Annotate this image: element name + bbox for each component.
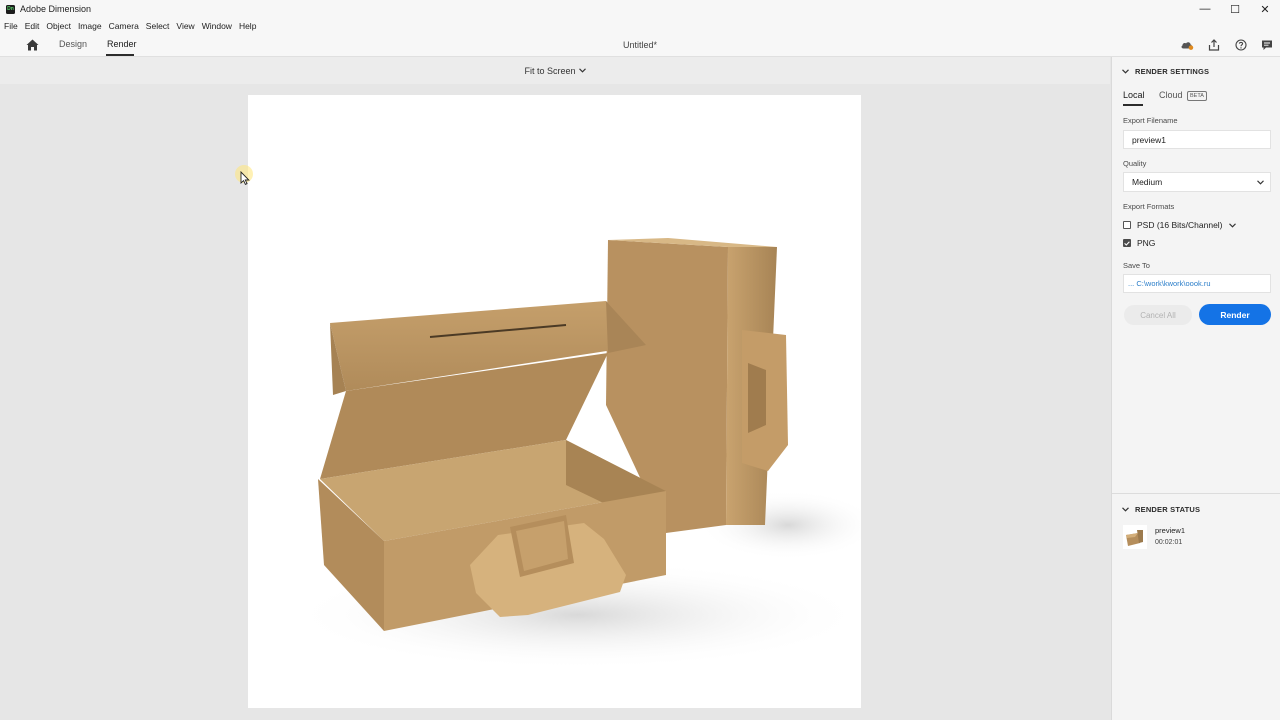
- format-png-row[interactable]: PNG: [1123, 238, 1155, 248]
- quality-label: Quality: [1123, 159, 1147, 168]
- chevron-down-icon: [578, 68, 586, 73]
- menu-select[interactable]: Select: [146, 21, 170, 31]
- local-tab-indicator: [1123, 104, 1143, 106]
- minimize-button[interactable]: —: [1190, 0, 1220, 18]
- share-button[interactable]: [1207, 38, 1221, 52]
- export-filename-label: Export Filename: [1123, 116, 1178, 125]
- close-button[interactable]: ✕: [1250, 0, 1280, 18]
- save-to-path[interactable]: ... C:\work\kwork\oook.ru: [1123, 274, 1271, 293]
- render-button[interactable]: Render: [1199, 304, 1271, 325]
- zoom-bar: Fit to Screen: [0, 57, 1110, 84]
- chevron-down-icon: [1257, 179, 1264, 185]
- render-settings-panel: RENDER SETTINGS Local Cloud BETA Export …: [1111, 57, 1280, 720]
- psd-checkbox[interactable]: [1123, 221, 1131, 229]
- tab-cloud[interactable]: Cloud: [1159, 90, 1183, 100]
- menu-edit[interactable]: Edit: [25, 21, 40, 31]
- render-status-title: RENDER STATUS: [1135, 505, 1201, 514]
- window-controls: — ☐ ✕: [1190, 0, 1280, 18]
- menu-bar: File Edit Object Image Camera Select Vie…: [0, 18, 1280, 33]
- menu-help[interactable]: Help: [239, 21, 256, 31]
- png-checkbox[interactable]: [1123, 239, 1131, 247]
- beta-badge: BETA: [1187, 91, 1207, 101]
- cloud-sync-icon: [1181, 42, 1194, 50]
- chevron-down-icon: [1122, 507, 1129, 512]
- help-icon: [1235, 39, 1247, 51]
- canvas-area: Fit to Screen: [0, 57, 1110, 720]
- render-item-time: 00:02:01: [1155, 539, 1183, 546]
- checkmark-icon: [1124, 240, 1130, 246]
- app-logo-icon: Dn: [6, 4, 15, 14]
- active-tab-indicator: [106, 54, 134, 56]
- mouse-cursor-icon: [240, 171, 250, 185]
- menu-view[interactable]: View: [176, 21, 194, 31]
- app-title: Adobe Dimension: [20, 4, 92, 14]
- document-title: Untitled*: [622, 40, 658, 50]
- format-psd-row[interactable]: PSD (16 Bits/Channel): [1123, 220, 1236, 230]
- render-status-header[interactable]: RENDER STATUS: [1122, 505, 1200, 514]
- tab-local[interactable]: Local: [1123, 90, 1145, 100]
- help-button[interactable]: [1234, 38, 1248, 52]
- zoom-dropdown[interactable]: Fit to Screen: [524, 65, 586, 76]
- render-settings-title: RENDER SETTINGS: [1135, 67, 1210, 76]
- menu-window[interactable]: Window: [202, 21, 232, 31]
- quality-value: Medium: [1132, 177, 1163, 187]
- menu-camera[interactable]: Camera: [109, 21, 139, 31]
- render-item-name: preview1: [1155, 526, 1186, 535]
- render-settings-header[interactable]: RENDER SETTINGS: [1122, 67, 1209, 76]
- render-viewport[interactable]: [248, 95, 861, 708]
- menu-object[interactable]: Object: [46, 21, 71, 31]
- save-to-label: Save To: [1123, 261, 1150, 270]
- share-icon: [1208, 39, 1220, 51]
- menu-file[interactable]: File: [4, 21, 18, 31]
- png-label: PNG: [1137, 238, 1156, 248]
- zoom-label: Fit to Screen: [524, 65, 576, 76]
- maximize-button[interactable]: ☐: [1220, 0, 1250, 18]
- quality-select[interactable]: Medium: [1123, 172, 1271, 192]
- cancel-all-button[interactable]: Cancel All: [1124, 305, 1192, 325]
- export-filename-input[interactable]: preview1: [1123, 130, 1271, 149]
- chevron-down-icon: [1122, 69, 1129, 74]
- cloud-sync-button[interactable]: [1180, 38, 1194, 52]
- app-header: Design Render Untitled*: [0, 33, 1280, 57]
- export-formats-label: Export Formats: [1123, 202, 1175, 211]
- render-thumbnail-image: [1126, 530, 1143, 546]
- menu-image[interactable]: Image: [78, 21, 102, 31]
- chevron-down-icon[interactable]: [1228, 222, 1236, 228]
- psd-label: PSD (16 Bits/Channel): [1137, 220, 1223, 230]
- feedback-button[interactable]: [1260, 38, 1274, 52]
- rendered-boxes-image: [288, 238, 861, 670]
- render-thumbnail[interactable]: [1123, 525, 1147, 549]
- feedback-icon: [1262, 40, 1272, 50]
- panel-divider: [1112, 493, 1280, 494]
- title-bar: Dn Adobe Dimension — ☐ ✕: [0, 0, 1280, 18]
